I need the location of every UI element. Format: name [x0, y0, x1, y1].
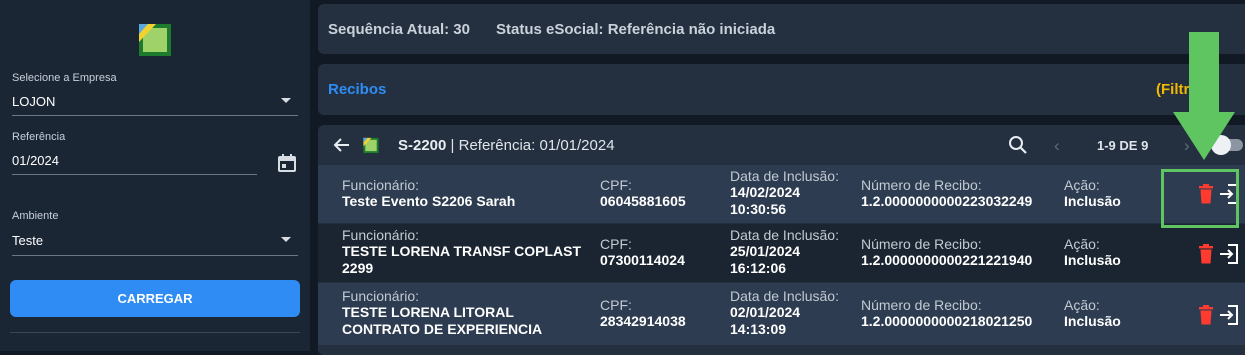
cpf-cell: CPF: 06045881605 — [600, 178, 686, 210]
funcionario-value: Teste Evento S2206 Sarah — [342, 193, 516, 209]
recibos-bar: Recibos (Filtrada — [318, 64, 1245, 115]
panel-title: S-2200 | Referência: 01/01/2024 — [398, 137, 615, 154]
funcionario-cell: Funcionário: Teste Evento S2206 Sarah — [342, 178, 515, 210]
recibo-label: Número de Recibo: — [861, 236, 982, 252]
chevron-down-icon[interactable] — [281, 237, 291, 242]
data-inclusao-date: 25/01/2024 — [730, 243, 801, 259]
app-logo-icon — [363, 137, 379, 154]
empresa-underline — [12, 115, 298, 116]
funcionario-label: Funcionário: — [342, 177, 420, 193]
acao-cell: Ação: Inclusão — [1064, 298, 1121, 330]
data-inclusao-time: 14:13:09 — [730, 321, 787, 337]
app-logo-icon — [139, 24, 171, 56]
funcionario-label: Funcionário: — [342, 227, 420, 243]
cpf-value: 06045881605 — [600, 193, 686, 209]
acao-value: Inclusão — [1064, 193, 1121, 209]
referencia-underline — [12, 174, 257, 175]
data-inclusao-time: 10:30:56 — [730, 201, 787, 217]
highlight-box — [1161, 169, 1239, 228]
chevron-down-icon[interactable] — [281, 98, 291, 103]
previous-page-icon[interactable]: ‹ — [1054, 136, 1060, 156]
recibos-title[interactable]: Recibos — [328, 81, 386, 98]
event-code: S-2200 — [398, 137, 447, 154]
exit-icon[interactable] — [1218, 243, 1240, 265]
arrow-left-icon[interactable] — [332, 135, 352, 155]
cpf-cell: CPF: 28342914038 — [600, 298, 686, 330]
panel-referencia: | Referência: 01/01/2024 — [446, 137, 615, 154]
trash-icon[interactable] — [1198, 305, 1214, 325]
funcionario-cell: Funcionário: TESTE LORENA TRANSF COPLAST… — [342, 228, 594, 277]
panel-toolbar: S-2200 | Referência: 01/01/2024 ‹ 1-9 DE… — [318, 125, 1245, 165]
acao-label: Ação: — [1064, 177, 1100, 193]
funcionario-cell: Funcionário: TESTE LORENA LITORAL CONTRA… — [342, 289, 572, 338]
data-inclusao-cell: Data de Inclusão: 14/02/2024 10:30:56 — [730, 169, 839, 218]
cpf-value: 07300114024 — [600, 252, 685, 268]
table-row[interactable]: Funcionário: TESTE LORENA TRANSF COPLAST… — [318, 224, 1245, 282]
status-esocial: Status eSocial: Referência não iniciada — [496, 21, 776, 38]
trash-icon[interactable] — [1198, 244, 1214, 264]
data-inclusao-date: 14/02/2024 — [730, 184, 801, 200]
recibo-value: 1.2.0000000000218021250 — [861, 313, 1033, 329]
recibo-cell: Número de Recibo: 1.2.000000000022122194… — [861, 237, 1032, 269]
data-inclusao-label: Data de Inclusão: — [730, 288, 839, 304]
table-row[interactable]: Funcionário: Teste Evento S2206 Sarah CP… — [318, 165, 1245, 223]
calendar-icon[interactable] — [277, 153, 297, 173]
data-inclusao-label: Data de Inclusão: — [730, 168, 839, 184]
recibo-label: Número de Recibo: — [861, 297, 982, 313]
cpf-value: 28342914038 — [600, 313, 686, 329]
cpf-label: CPF: — [600, 297, 632, 313]
cpf-cell: CPF: 07300114024 — [600, 237, 685, 269]
status-bar: Sequência Atual: 30 Status eSocial: Refe… — [318, 4, 1245, 54]
funcionario-value: TESTE LORENA TRANSF COPLAST 2299 — [342, 243, 582, 276]
referencia-input[interactable]: 01/2024 — [12, 153, 59, 168]
acao-value: Inclusão — [1064, 252, 1121, 268]
recibo-value: 1.2.0000000000221221940 — [861, 252, 1033, 268]
data-inclusao-label: Data de Inclusão: — [730, 227, 839, 243]
arrow-down-icon — [1173, 32, 1235, 160]
data-inclusao-cell: Data de Inclusão: 02/01/2024 14:13:09 — [730, 289, 839, 338]
table-row[interactable]: Funcionário: TESTE LORENA LITORAL CONTRA… — [318, 283, 1245, 345]
search-icon[interactable] — [1008, 135, 1028, 155]
acao-cell: Ação: Inclusão — [1064, 237, 1121, 269]
data-inclusao-time: 16:12:06 — [730, 260, 787, 276]
cpf-label: CPF: — [600, 177, 632, 193]
funcionario-value: TESTE LORENA LITORAL CONTRATO DE EXPERIE… — [342, 304, 543, 337]
pagination-info: 1-9 DE 9 — [1097, 138, 1149, 153]
recibo-value: 1.2.0000000000223032249 — [861, 193, 1033, 209]
carregar-button[interactable]: CARREGAR — [10, 280, 300, 317]
empresa-select[interactable]: LOJON — [12, 94, 55, 109]
funcionario-label: Funcionário: — [342, 288, 420, 304]
sidebar-divider — [10, 332, 300, 333]
acao-label: Ação: — [1064, 236, 1100, 252]
sidebar: Selecione a Empresa LOJON Referência 01/… — [0, 0, 310, 351]
acao-label: Ação: — [1064, 297, 1100, 313]
acao-cell: Ação: Inclusão — [1064, 178, 1121, 210]
recibo-cell: Número de Recibo: 1.2.000000000021802125… — [861, 298, 1032, 330]
recibo-label: Número de Recibo: — [861, 177, 982, 193]
event-panel: S-2200 | Referência: 01/01/2024 ‹ 1-9 DE… — [318, 125, 1245, 355]
referencia-label: Referência — [12, 131, 66, 143]
sequencia-atual: Sequência Atual: 30 — [328, 21, 470, 38]
data-inclusao-cell: Data de Inclusão: 25/01/2024 16:12:06 — [730, 228, 839, 277]
ambiente-underline — [12, 255, 298, 256]
recibo-cell: Número de Recibo: 1.2.000000000022303224… — [861, 178, 1032, 210]
cpf-label: CPF: — [600, 236, 632, 252]
ambiente-label: Ambiente — [12, 210, 59, 222]
exit-icon[interactable] — [1218, 304, 1240, 326]
data-inclusao-date: 02/01/2024 — [730, 304, 801, 320]
acao-value: Inclusão — [1064, 313, 1121, 329]
empresa-label: Selecione a Empresa — [12, 72, 117, 84]
ambiente-select[interactable]: Teste — [12, 233, 43, 248]
